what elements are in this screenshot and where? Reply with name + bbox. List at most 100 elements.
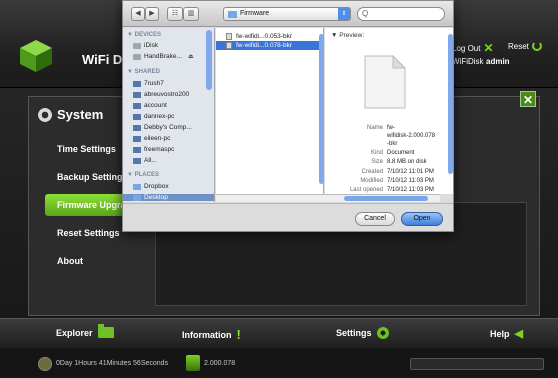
file-list-scrollbar[interactable] xyxy=(319,34,324,184)
sidebar-item-label: Dropbox xyxy=(144,183,169,190)
disk-name: WiFiDisk xyxy=(452,57,484,66)
sidebar-item-shared[interactable]: dannex-pc xyxy=(133,113,174,120)
sidebar-item-dropbox[interactable]: Dropbox xyxy=(133,183,169,190)
file-name: fw-wifidi...0.053-bkr xyxy=(236,33,292,40)
panel-title: System xyxy=(57,107,104,122)
sidebar-item-label: dannex-pc xyxy=(144,113,175,120)
list-view-button[interactable]: ☷ xyxy=(167,7,183,21)
sidebar-item-shared[interactable]: freemaspc xyxy=(133,146,174,153)
nav-help[interactable]: Help ◀ xyxy=(490,327,523,340)
sidebar-item-label: Debby's Comp... xyxy=(144,124,192,131)
nav-information-label: Information xyxy=(182,329,232,340)
nav-settings-label: Settings xyxy=(336,328,372,338)
cancel-button[interactable]: Cancel xyxy=(355,212,395,226)
computer-icon xyxy=(133,146,141,153)
sidebar-item-label: All... xyxy=(144,157,157,164)
places-header: ▼ PLACES xyxy=(127,172,159,178)
file-row[interactable]: fw-wifidi...0.053-bkr xyxy=(216,32,324,41)
computer-icon xyxy=(133,124,141,131)
bottom-nav: Explorer Information ! Settings Help ◀ xyxy=(0,318,558,348)
preview-scrollbar[interactable] xyxy=(448,34,453,174)
devices-header: ▼ DEVICES xyxy=(127,32,161,38)
file-open-dialog: ◀ ▶ ☷ ▥ Firmware ⇕ Q ▼ DEVICES iDisk Han… xyxy=(122,0,454,232)
reset-button[interactable]: Reset xyxy=(508,41,542,51)
sidebar-item-label: freemaspc xyxy=(144,146,175,153)
preview-pane: ▼ Preview: Name fw- wifidisk-2.000.078 -… xyxy=(325,28,453,194)
sidebar-item-shared[interactable]: account xyxy=(133,102,167,109)
open-button[interactable]: Open xyxy=(401,212,443,226)
horizontal-scroll-thumb[interactable] xyxy=(344,196,428,201)
sidebar-item-label: Desktop xyxy=(144,194,168,201)
settings-gear-icon xyxy=(376,327,389,339)
document-preview-icon xyxy=(364,54,407,109)
meta-value: 8.8 MB on disk xyxy=(387,159,427,165)
disk-icon xyxy=(133,42,141,49)
computer-icon xyxy=(133,135,141,142)
logout-button[interactable]: Log Out ✕ xyxy=(452,41,494,55)
sidebar-item-handbrake[interactable]: HandBrake... ⏏ xyxy=(133,53,194,60)
network-icon xyxy=(133,157,141,164)
updown-arrows-icon: ⇕ xyxy=(338,8,350,20)
reset-label: Reset xyxy=(508,41,529,51)
location-select[interactable]: Firmware ⇕ xyxy=(223,7,351,21)
power-icon xyxy=(531,41,542,51)
document-icon xyxy=(226,33,232,40)
meta-value: fw- xyxy=(387,125,395,131)
dialog-toolbar: ◀ ▶ ☷ ▥ Firmware ⇕ Q xyxy=(123,1,453,27)
computer-icon xyxy=(133,113,141,120)
status-bar: 0Day 1Hours 41Minutes 56Seconds 2.000.07… xyxy=(0,350,558,378)
meta-value: 7/10/12 11:03 PM xyxy=(387,178,434,184)
uptime-text: 0Day 1Hours 41Minutes 56Seconds xyxy=(56,360,169,367)
meta-key: Last opened xyxy=(349,187,383,193)
help-arrow-icon: ◀ xyxy=(514,328,523,340)
sidebar-item-desktop[interactable]: Desktop xyxy=(123,194,214,201)
nav-help-label: Help xyxy=(490,328,510,339)
eject-icon[interactable]: ⏏ xyxy=(188,53,194,60)
dialog-sidebar: ▼ DEVICES iDisk HandBrake... ⏏ ▼ SHARED … xyxy=(123,28,215,202)
folder-icon xyxy=(228,11,237,18)
meta-key: Kind xyxy=(370,150,383,156)
meta-key: Size xyxy=(371,159,383,165)
meta-value: -bkr xyxy=(387,141,398,147)
computer-icon xyxy=(133,80,141,87)
nav-settings[interactable]: Settings xyxy=(336,327,389,339)
folder-icon xyxy=(133,183,141,190)
sidebar-item-shared[interactable]: 7rush7 xyxy=(133,80,164,87)
sidebar-item-shared[interactable]: All... xyxy=(133,157,157,164)
file-row-selected[interactable]: fw-wifidi...0.078-bkr xyxy=(216,41,324,50)
meta-value: 7/10/12 11:01 PM xyxy=(387,169,434,175)
sidebar-item-shared[interactable]: eileen-pc xyxy=(133,135,170,142)
nav-explorer[interactable]: Explorer xyxy=(56,324,114,338)
shared-header: ▼ SHARED xyxy=(127,69,160,75)
forward-button[interactable]: ▶ xyxy=(145,7,159,21)
logout-icon: ✕ xyxy=(483,41,494,55)
nav-explorer-label: Explorer xyxy=(56,327,93,338)
panel-close-button[interactable]: ✕ xyxy=(520,91,536,107)
preview-label: ▼ Preview: xyxy=(331,32,365,39)
meta-key: Created xyxy=(361,169,383,175)
dialog-button-bar: Cancel Open xyxy=(123,203,453,231)
version-icon xyxy=(186,355,200,371)
menu-item-about[interactable]: About xyxy=(45,250,155,272)
gear-icon xyxy=(37,107,53,123)
sidebar-item-label: eileen-pc xyxy=(144,135,171,142)
meta-key: Name xyxy=(366,125,383,131)
sidebar-item-idisk[interactable]: iDisk xyxy=(133,42,158,49)
disk-icon xyxy=(133,53,141,60)
sidebar-item-label: 7rush7 xyxy=(144,80,164,87)
column-view-button[interactable]: ▥ xyxy=(183,7,199,21)
folder-icon xyxy=(97,324,114,338)
meta-value: Document xyxy=(387,150,415,156)
exclamation-icon: ! xyxy=(236,327,241,342)
sidebar-item-label: iDisk xyxy=(144,42,159,49)
nav-information[interactable]: Information ! xyxy=(182,327,241,342)
computer-icon xyxy=(133,91,141,98)
back-button[interactable]: ◀ xyxy=(131,7,145,21)
sidebar-item-shared[interactable]: Debby's Comp... xyxy=(133,124,192,131)
location-label: Firmware xyxy=(240,10,270,17)
sidebar-item-shared[interactable]: abreuvostro200 xyxy=(133,91,189,98)
horizontal-scrollbar[interactable] xyxy=(216,194,440,202)
sidebar-scrollbar[interactable] xyxy=(206,30,212,90)
sidebar-item-label: account xyxy=(144,102,167,109)
search-input[interactable]: Q xyxy=(357,7,445,21)
